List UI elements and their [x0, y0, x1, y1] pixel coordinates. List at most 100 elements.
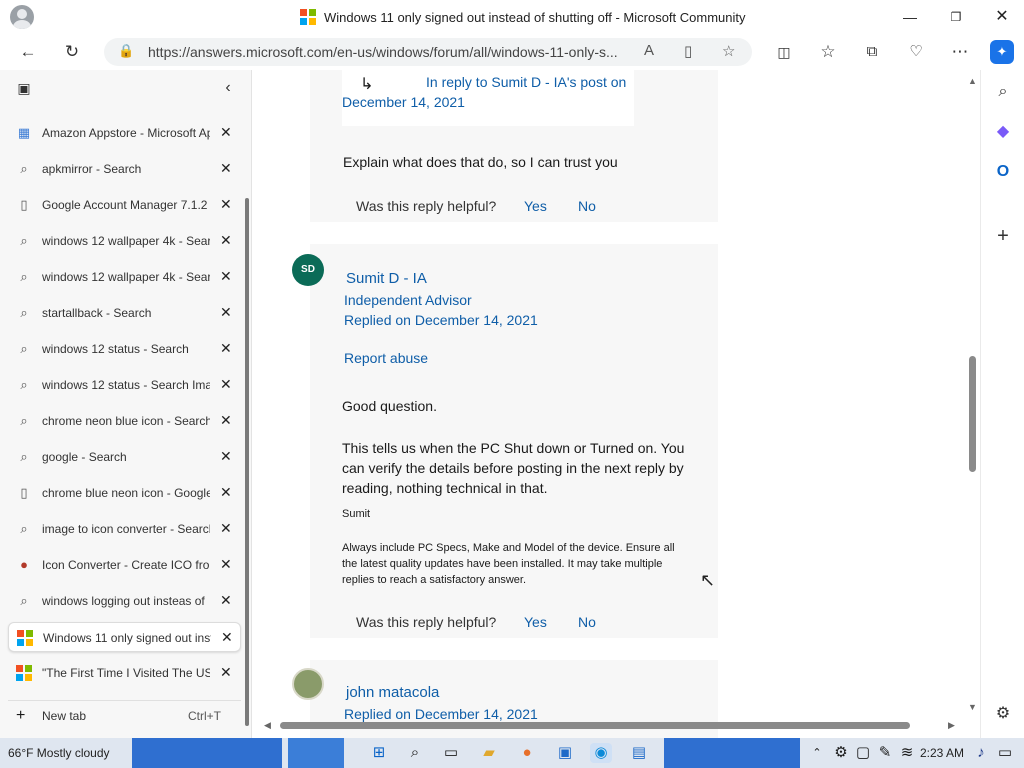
- search-icon[interactable]: ⌕: [993, 82, 1013, 102]
- sidebar-tab[interactable]: ⌕ chrome neon blue icon - Search ✕: [8, 406, 241, 436]
- close-tab-icon[interactable]: ✕: [221, 629, 235, 645]
- author-name-link[interactable]: Sumit D - IA: [346, 270, 427, 287]
- close-tab-icon[interactable]: ✕: [220, 484, 234, 500]
- refresh-icon[interactable]: ↻: [60, 40, 84, 64]
- browser-essentials-icon[interactable]: ♡: [904, 40, 928, 64]
- sidebar-tab[interactable]: ⌕ windows 12 wallpaper 4k - Search ✕: [8, 226, 241, 256]
- tray-overflow-icon[interactable]: ⌃: [806, 743, 828, 763]
- sidebar-tab[interactable]: ▦ Amazon Appstore - Microsoft Apps ✕: [8, 118, 241, 148]
- close-tab-icon[interactable]: ✕: [220, 556, 234, 572]
- reader-view-icon[interactable]: ▯: [684, 42, 692, 60]
- sidebar-tab[interactable]: ▯ chrome blue neon icon - Google ✕: [8, 478, 241, 508]
- photos-icon[interactable]: ▣: [554, 743, 576, 763]
- favorites-icon[interactable]: ☆: [816, 40, 840, 64]
- tray-app-icon[interactable]: ⚙: [830, 743, 852, 763]
- sidebar-tab[interactable]: ● Icon Converter - Create ICO from ✕: [8, 550, 241, 580]
- close-tab-icon[interactable]: ✕: [220, 196, 234, 212]
- scroll-up-icon[interactable]: ▲: [968, 76, 977, 86]
- close-tab-icon[interactable]: ✕: [220, 412, 234, 428]
- tab-title: "The First Time I Visited The US: [42, 666, 210, 680]
- tray-app-icon[interactable]: ▢: [852, 743, 874, 763]
- helpful-no-button[interactable]: No: [578, 198, 596, 214]
- start-button-icon[interactable]: ⊞: [368, 743, 390, 763]
- edge-icon[interactable]: ◉: [590, 743, 612, 763]
- sidebar-tab[interactable]: ⌕ google - Search ✕: [8, 442, 241, 472]
- collections-icon[interactable]: ⧉: [860, 40, 884, 64]
- sidebar-tab[interactable]: "The First Time I Visited The US ✕: [8, 658, 241, 688]
- close-tab-icon[interactable]: ✕: [220, 376, 234, 392]
- sidebar-tab[interactable]: ⌕ windows 12 wallpaper 4k - Search ✕: [8, 262, 241, 292]
- task-view-icon[interactable]: ▭: [440, 743, 462, 763]
- replied-date[interactable]: Replied on December 14, 2021: [344, 312, 538, 328]
- author-avatar[interactable]: SD: [292, 254, 324, 286]
- outlook-icon[interactable]: O: [993, 162, 1013, 182]
- author-avatar[interactable]: [292, 668, 324, 700]
- sidebar-tab[interactable]: ▯ Google Account Manager 7.1.2 ✕: [8, 190, 241, 220]
- clock[interactable]: 2:23 AM: [920, 746, 964, 760]
- sidebar-tab[interactable]: ⌕ apkmirror - Search ✕: [8, 154, 241, 184]
- settings-gear-icon[interactable]: ⚙: [993, 704, 1013, 724]
- scroll-left-icon[interactable]: ◀: [264, 720, 271, 731]
- tab-actions-icon[interactable]: ▣: [12, 76, 36, 100]
- weather-widget[interactable]: 66°F Mostly cloudy: [8, 746, 110, 760]
- close-tab-icon[interactable]: ✕: [220, 268, 234, 284]
- sidebar-tab[interactable]: ⌕ image to icon converter - Search ✕: [8, 514, 241, 544]
- new-tab-button[interactable]: + New tab Ctrl+T: [8, 700, 241, 730]
- collapse-pane-icon[interactable]: ‹: [216, 76, 240, 100]
- close-tab-icon[interactable]: ✕: [220, 448, 234, 464]
- reply-date-link[interactable]: December 14, 2021: [342, 94, 465, 110]
- post-body: Explain what does that do, so I can trus…: [343, 154, 618, 170]
- helpful-yes-button[interactable]: Yes: [524, 614, 547, 630]
- author-name-link[interactable]: john matacola: [346, 684, 439, 701]
- profile-avatar-icon[interactable]: [10, 5, 34, 29]
- add-favorite-icon[interactable]: ☆: [722, 42, 735, 60]
- window-title-area: Windows 11 only signed out instead of sh…: [300, 9, 746, 25]
- read-aloud-icon[interactable]: A: [644, 42, 654, 59]
- search-icon[interactable]: ⌕: [404, 743, 426, 763]
- back-arrow-icon[interactable]: ←: [16, 40, 40, 64]
- helpful-no-button[interactable]: No: [578, 614, 596, 630]
- file-explorer-icon[interactable]: ▰: [478, 743, 500, 763]
- copilot-icon[interactable]: ✦: [990, 40, 1014, 64]
- pen-icon[interactable]: ✎: [874, 743, 896, 763]
- report-abuse-link[interactable]: Report abuse: [344, 350, 428, 366]
- sidebar-scrollbar[interactable]: [245, 198, 249, 726]
- close-tab-icon[interactable]: ✕: [220, 160, 234, 176]
- close-tab-icon[interactable]: ✕: [220, 592, 234, 608]
- sidebar-tab[interactable]: ⌕ windows logging out insteas of ✕: [8, 586, 241, 616]
- close-tab-icon[interactable]: ✕: [220, 304, 234, 320]
- close-tab-icon[interactable]: ✕: [220, 520, 234, 536]
- add-sidebar-app-icon[interactable]: +: [993, 226, 1013, 246]
- sidebar-tab[interactable]: ⌕ windows 12 status - Search Images ✕: [8, 370, 241, 400]
- sidebar-tab[interactable]: ⌕ windows 12 status - Search ✕: [8, 334, 241, 364]
- horizontal-scrollbar-thumb[interactable]: [280, 722, 910, 729]
- close-tab-icon[interactable]: ✕: [220, 340, 234, 356]
- reply-to-link[interactable]: In reply to Sumit D - IA's post on: [426, 74, 626, 90]
- minimize-button[interactable]: —: [898, 6, 922, 28]
- url-text[interactable]: https://answers.microsoft.com/en-us/wind…: [148, 44, 634, 60]
- search-icon: ⌕: [20, 377, 28, 392]
- close-tab-icon[interactable]: ✕: [220, 124, 234, 140]
- scroll-down-icon[interactable]: ▼: [968, 702, 977, 712]
- restore-button[interactable]: ❐: [944, 6, 968, 28]
- scroll-right-icon[interactable]: ▶: [948, 720, 955, 731]
- replied-date[interactable]: Replied on December 14, 2021: [344, 706, 538, 722]
- copilot-shortcut-icon[interactable]: ◆: [993, 122, 1013, 142]
- firefox-icon[interactable]: ●: [516, 743, 538, 763]
- close-window-button[interactable]: ✕: [990, 6, 1014, 28]
- taskbar-wallpaper-strip: [664, 738, 800, 768]
- sidebar-tab[interactable]: ⌕ startallback - Search ✕: [8, 298, 241, 328]
- vertical-scrollbar-thumb[interactable]: [969, 356, 976, 472]
- search-icon: ⌕: [20, 521, 28, 536]
- split-screen-icon[interactable]: ◫: [772, 40, 796, 64]
- notification-bell-icon[interactable]: ♪: [970, 743, 992, 763]
- wifi-icon[interactable]: ≋: [896, 743, 918, 763]
- close-tab-icon[interactable]: ✕: [220, 232, 234, 248]
- helpful-yes-button[interactable]: Yes: [524, 198, 547, 214]
- more-menu-icon[interactable]: ⋯: [948, 40, 972, 64]
- address-bar[interactable]: 🔒 https://answers.microsoft.com/en-us/wi…: [104, 38, 752, 66]
- chat-icon[interactable]: ▭: [994, 743, 1016, 763]
- close-tab-icon[interactable]: ✕: [220, 664, 234, 680]
- notepad-icon[interactable]: ▤: [628, 743, 650, 763]
- sidebar-tab[interactable]: Windows 11 only signed out instead ✕: [8, 622, 241, 652]
